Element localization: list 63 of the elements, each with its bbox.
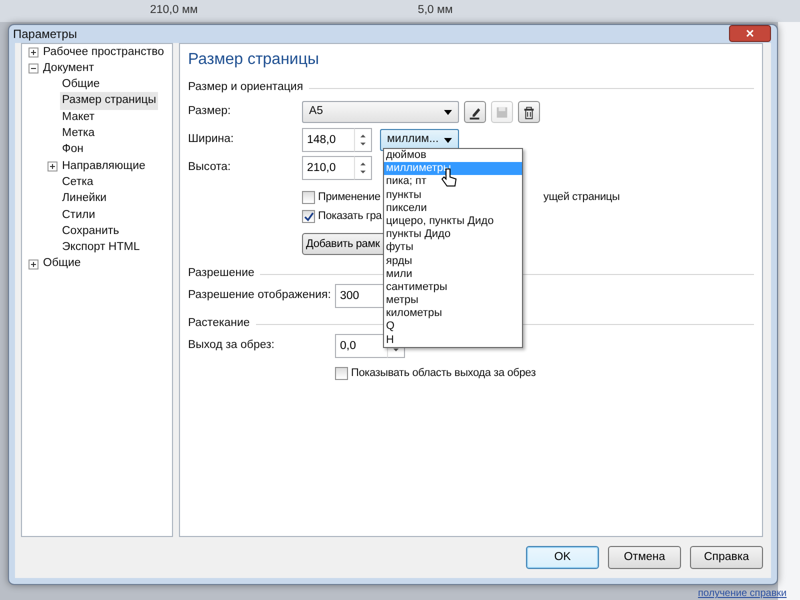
page-title: Размер страницы — [188, 50, 320, 70]
delete-button[interactable] — [518, 101, 540, 123]
tree-item[interactable]: Линейки — [60, 190, 109, 208]
checkbox[interactable] — [335, 367, 348, 380]
number-field[interactable]: 0,0 — [335, 334, 387, 358]
window-title: Параметры — [13, 26, 77, 43]
tree-item[interactable]: Направляющие — [60, 158, 148, 175]
dropdown-option[interactable]: ярды — [384, 254, 522, 268]
check-icon — [304, 212, 314, 222]
section-title: Разрешение — [188, 266, 254, 282]
expand-icon[interactable] — [47, 160, 58, 172]
field-label: Разрешение отображения: — [188, 288, 332, 304]
tree-item[interactable]: Размер страницы — [60, 92, 158, 110]
toolbar-text: 210,0 мм — [150, 3, 198, 18]
dialog-button[interactable]: Отмена — [608, 546, 681, 569]
field-label: Высота: — [188, 160, 232, 176]
tree-item[interactable]: Сохранить — [60, 222, 122, 240]
dropdown-option[interactable]: пиксели — [384, 202, 522, 215]
section-title: Размер и ориентация — [188, 80, 304, 96]
tree-item[interactable]: Общие — [60, 76, 102, 94]
tree-item[interactable]: Метка — [60, 125, 97, 142]
spinner-icon[interactable] — [354, 156, 372, 180]
help-link[interactable]: получение справки — [698, 586, 787, 600]
dropdown-option[interactable]: цицеро, пункты Дидо — [384, 214, 522, 228]
collapse-icon[interactable] — [28, 62, 39, 74]
dropdown-option[interactable]: пика; пт — [384, 175, 522, 189]
size-dropdown[interactable]: A5 — [302, 101, 459, 123]
edit-button[interactable] — [464, 101, 486, 123]
dropdown-option[interactable]: пункты — [384, 188, 522, 202]
dropdown-option[interactable]: километры — [384, 307, 522, 320]
dropdown-option[interactable]: мили — [384, 268, 522, 281]
section-title: Растекание — [188, 316, 250, 332]
tree-item[interactable]: Общие — [41, 255, 83, 273]
caret-icon — [444, 138, 452, 142]
tree-item[interactable]: Макет — [60, 108, 97, 126]
tree-item[interactable]: Сетка — [60, 174, 96, 192]
tree-item[interactable]: Экспорт HTML — [60, 239, 142, 256]
field-label: Выход за обрез: — [188, 338, 276, 354]
close-button[interactable]: × — [729, 24, 771, 42]
expand-icon[interactable] — [28, 258, 39, 270]
tree-item[interactable]: Стили — [60, 206, 98, 224]
checkbox-label: Показывать область выхода за обрез — [351, 366, 536, 382]
checkbox[interactable] — [302, 191, 315, 204]
dropdown-option[interactable]: дюймов — [384, 149, 522, 162]
dialog-button[interactable]: Справка — [690, 546, 763, 569]
field-label: Размер: — [188, 104, 232, 120]
caret-icon — [444, 110, 452, 114]
checkbox-label: ущей страницы — [543, 190, 620, 206]
checkbox-label: Применение — [318, 190, 380, 206]
checkbox[interactable] — [302, 210, 315, 223]
expand-icon[interactable] — [28, 46, 39, 58]
field-label: Ширина: — [188, 132, 235, 148]
toolbar-text: 5,0 мм — [418, 3, 453, 18]
tree-item[interactable]: Фон — [60, 141, 86, 159]
spinner-icon[interactable] — [354, 128, 372, 152]
dropdown-option[interactable]: Q — [384, 320, 522, 334]
checkbox-label: Показать гра — [318, 209, 382, 224]
dropdown-option[interactable]: H — [384, 334, 522, 347]
number-field[interactable]: 148,0 — [302, 128, 354, 152]
tree-item[interactable]: Документ — [41, 60, 96, 78]
dialog-button[interactable]: OK — [526, 546, 599, 569]
tree-item[interactable]: Рабочее пространство — [41, 44, 166, 61]
number-field[interactable]: 210,0 — [302, 156, 354, 180]
